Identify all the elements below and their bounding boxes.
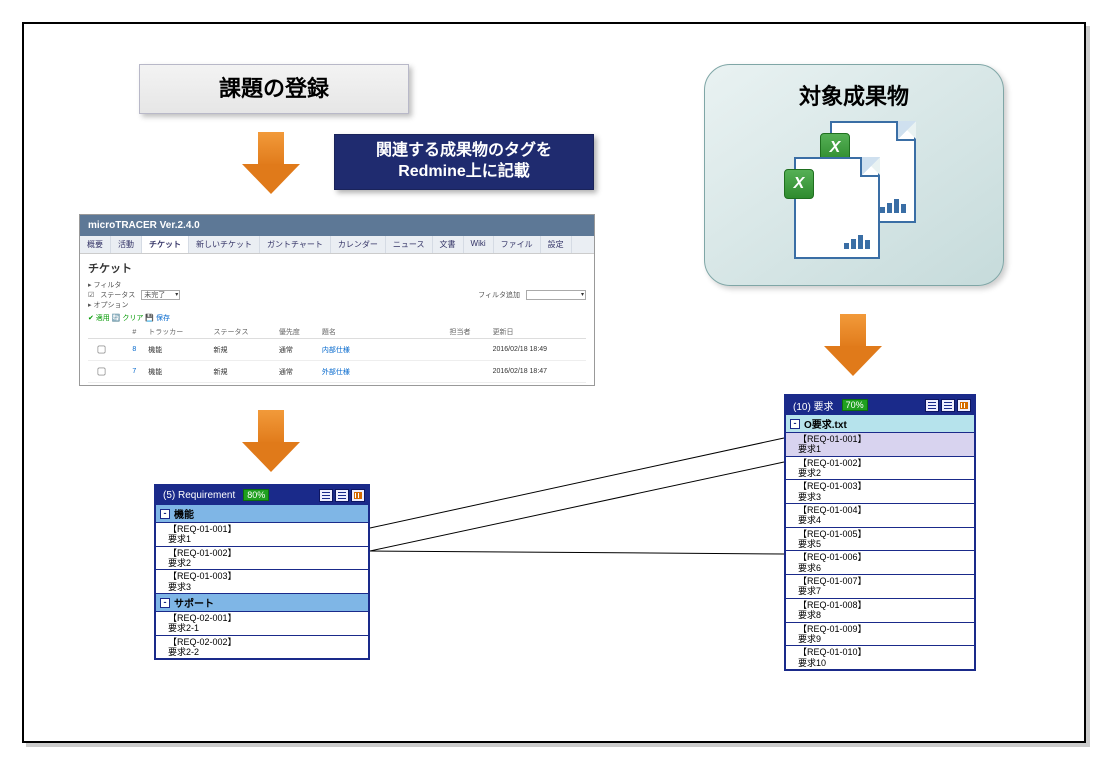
table-header: 更新日: [490, 326, 586, 339]
outer-frame: 課題の登録 関連する成果物のタグを Redmine上に記載 対象成果物 X X: [22, 22, 1086, 743]
diagram-page: 課題の登録 関連する成果物のタグを Redmine上に記載 対象成果物 X X: [0, 0, 1108, 765]
panel-title: (10) 要求: [793, 398, 834, 413]
excel-badge-icon: X: [784, 169, 814, 199]
section-label: サポート: [174, 595, 214, 610]
panel-item[interactable]: 【REQ-01-007】要求7: [786, 574, 974, 598]
panel-item[interactable]: 【REQ-02-001】要求2-1: [156, 611, 368, 635]
panel-item[interactable]: 【REQ-01-008】要求8: [786, 598, 974, 622]
redmine-title: microTRACER Ver.2.4.0: [80, 215, 594, 236]
panel-item[interactable]: 【REQ-01-005】要求5: [786, 527, 974, 551]
table-header: トラッカー: [145, 326, 210, 339]
panel-item[interactable]: 【REQ-01-001】要求1: [786, 432, 974, 456]
redmine-tab[interactable]: ニュース: [386, 236, 433, 253]
redmine-tab[interactable]: ファイル: [494, 236, 541, 253]
table-header: 題名: [319, 326, 447, 339]
panel-tool-icon[interactable]: [941, 399, 955, 412]
panel-item[interactable]: 【REQ-01-010】要求10: [786, 645, 974, 669]
table-header: #: [129, 326, 145, 339]
panel-toolbar: [925, 399, 971, 412]
status-select[interactable]: 未完了: [141, 290, 180, 300]
panel-item[interactable]: 【REQ-01-004】要求4: [786, 503, 974, 527]
target-artifacts-title: 対象成果物: [705, 79, 1003, 111]
panel-header: (10) 要求 70%: [786, 396, 974, 414]
redmine-tab[interactable]: 文書: [433, 236, 464, 253]
panel-tool-icon[interactable]: [319, 489, 333, 502]
panel-header: (5) Requirement 80%: [156, 486, 368, 504]
panel-item[interactable]: 【REQ-01-002】要求2: [786, 456, 974, 480]
status-filter-row: ☑ ステータス 未完了 フィルタ追加: [88, 290, 586, 300]
panel-item[interactable]: 【REQ-01-001】要求1: [156, 522, 368, 546]
save-button[interactable]: 💾 保存: [145, 315, 170, 322]
collapse-icon[interactable]: -: [790, 419, 800, 429]
redmine-actions: ✔ 適用 🔄 クリア 💾 保存: [88, 313, 586, 323]
arrow-down-icon: [824, 314, 882, 378]
panel-tool-icon[interactable]: [335, 489, 349, 502]
table-header: 優先度: [276, 326, 319, 339]
panel-item[interactable]: 【REQ-01-006】要求6: [786, 550, 974, 574]
redmine-heading: チケット: [88, 260, 586, 276]
table-row[interactable]: 6機能新規通常Bitnami をインストール2016/02/18 17:26: [88, 383, 586, 387]
collapse-icon[interactable]: -: [160, 598, 170, 608]
panel-toolbar: [319, 489, 365, 502]
panel-item[interactable]: 【REQ-01-002】要求2: [156, 546, 368, 570]
requirement-panel: (5) Requirement 80% -機能【REQ-01-001】要求1【R…: [154, 484, 370, 660]
panel-percent: 80%: [243, 489, 269, 501]
option-label: ▸ オプション: [88, 300, 586, 310]
redmine-tab[interactable]: チケット: [142, 236, 189, 253]
panel-tool-icon[interactable]: [925, 399, 939, 412]
redmine-tab[interactable]: 設定: [541, 236, 572, 253]
panel-title: (5) Requirement: [163, 490, 235, 501]
redmine-tab[interactable]: 概要: [80, 236, 111, 253]
filter-add-select[interactable]: [526, 290, 586, 300]
redmine-tab[interactable]: ガントチャート: [260, 236, 331, 253]
panel-section: -機能: [156, 504, 368, 522]
redmine-tab[interactable]: 活動: [111, 236, 142, 253]
arrow-down-icon: [242, 410, 300, 474]
table-row[interactable]: 8機能新規通常内部仕様2016/02/18 18:49: [88, 339, 586, 361]
file-section: - O要求.txt: [786, 414, 974, 432]
panel-percent: 70%: [842, 399, 868, 411]
panel-tool-icon[interactable]: [351, 489, 365, 502]
table-header: 担当者: [447, 326, 490, 339]
table-header: ステータス: [211, 326, 276, 339]
redmine-tabs: 概要活動チケット新しいチケットガントチャートカレンダーニュース文書Wikiファイ…: [80, 236, 594, 254]
panel-tool-icon[interactable]: [957, 399, 971, 412]
redmine-tab[interactable]: 新しいチケット: [189, 236, 260, 253]
redmine-tab[interactable]: カレンダー: [331, 236, 386, 253]
collapse-icon[interactable]: -: [160, 509, 170, 519]
clear-button[interactable]: 🔄 クリア: [112, 315, 144, 322]
panel-item[interactable]: 【REQ-01-003】要求3: [786, 479, 974, 503]
panel-section: -サポート: [156, 593, 368, 611]
table-row[interactable]: 7機能新規通常外部仕様2016/02/18 18:47: [88, 361, 586, 383]
status-label: ステータス: [100, 290, 135, 300]
redmine-tab[interactable]: Wiki: [464, 236, 494, 253]
filter-label: ▸ フィルタ: [88, 280, 586, 290]
panel-item[interactable]: 【REQ-01-003】要求3: [156, 569, 368, 593]
redmine-ticket-table: #トラッカーステータス優先度題名担当者更新日 8機能新規通常内部仕様2016/0…: [88, 326, 586, 386]
callout-line1: 関連する成果物のタグを: [335, 141, 593, 162]
file-section-label: O要求.txt: [804, 416, 847, 431]
issue-registration-label: 課題の登録: [139, 64, 409, 114]
row-checkbox[interactable]: [98, 346, 106, 354]
row-checkbox[interactable]: [98, 368, 106, 376]
youkyuu-panel: (10) 要求 70% - O要求.txt 【REQ-01-001】要求1【RE…: [784, 394, 976, 671]
excel-icon: X X: [784, 121, 924, 261]
apply-button[interactable]: ✔ 適用: [88, 315, 110, 322]
table-header: [88, 326, 129, 339]
callout-line2: Redmine上に記載: [335, 162, 593, 183]
panel-item[interactable]: 【REQ-02-002】要求2-2: [156, 635, 368, 659]
arrow-down-icon: [242, 132, 300, 196]
redmine-screenshot: microTRACER Ver.2.4.0 概要活動チケット新しいチケットガント…: [79, 214, 595, 386]
filter-add-label: フィルタ追加: [478, 290, 520, 300]
target-artifacts-box: 対象成果物 X X: [704, 64, 1004, 286]
section-label: 機能: [174, 506, 194, 521]
callout-related-tags: 関連する成果物のタグを Redmine上に記載: [334, 134, 594, 190]
panel-item[interactable]: 【REQ-01-009】要求9: [786, 622, 974, 646]
